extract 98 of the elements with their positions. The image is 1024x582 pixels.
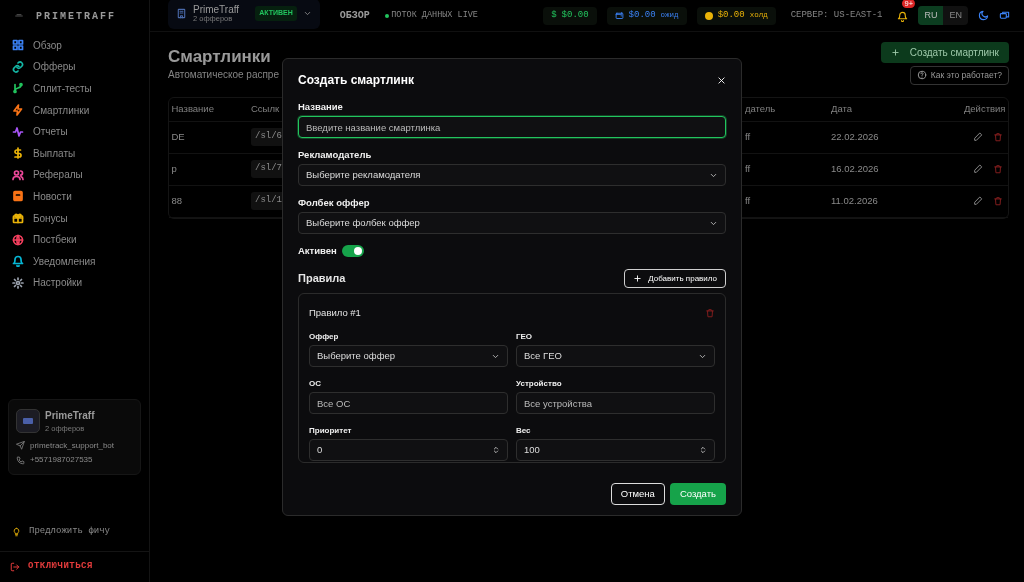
field-label: Рекламодатель (298, 149, 373, 161)
trash-icon (705, 308, 715, 318)
sidebar-item[interactable]: Рефералы (0, 164, 149, 186)
sidebar-item[interactable]: Уведомления (0, 250, 149, 273)
sidebar-item[interactable]: Офферы (0, 56, 149, 78)
cards-icon (999, 10, 1010, 21)
cancel-button[interactable]: Отмена (610, 483, 665, 505)
table-cell-text: ff (745, 129, 751, 144)
trash-icon (993, 196, 1003, 206)
field-label: Фолбек оффер (298, 197, 371, 209)
telegram-link[interactable]: primetrack_support_bot (30, 439, 115, 452)
number-input[interactable]: 0 (309, 439, 508, 461)
sidebar-item[interactable]: Сплит-тесты (0, 77, 149, 100)
logout-icon (10, 562, 20, 572)
server-label: СЕРВЕР: US-EAST-1 (790, 8, 883, 22)
lightbulb-icon (12, 526, 21, 537)
modal-title: Создать смартлинк (298, 72, 414, 89)
field-label: Вес (516, 426, 532, 436)
table-cell-text: 88 (171, 193, 183, 208)
column-header: Название (171, 101, 214, 116)
help-button[interactable]: Как это работает? (909, 65, 1009, 85)
field-label: Устройство (516, 379, 563, 389)
wallet-icon (614, 11, 624, 20)
language-toggle[interactable]: RU (918, 5, 944, 26)
text-input[interactable]: Все устройства (516, 392, 715, 414)
sidebar-item[interactable]: Выплаты (0, 142, 149, 165)
account-name: PrimeTraff (45, 409, 95, 424)
field-label: Название (298, 101, 344, 113)
bell-icon (897, 10, 909, 22)
table-cell-text: 22.02.2026 (831, 129, 879, 144)
column-header: датель (745, 101, 776, 116)
create-button[interactable]: Создать (669, 483, 726, 505)
create-smartlink-button[interactable]: Создать смартлинк (880, 42, 1009, 63)
sidebar-item[interactable]: Бонусы (0, 207, 149, 229)
logout-button[interactable]: ОТКЛЮЧИТЬСЯ (28, 560, 93, 574)
pencil-icon (973, 196, 983, 206)
table-cell-text: p (171, 161, 177, 176)
table-cell-text: 16.02.2026 (831, 161, 879, 176)
table-cell-text: DE (171, 129, 185, 144)
text-input[interactable]: Все ОС (309, 392, 508, 414)
sidebar-item[interactable]: Постбеки (0, 228, 149, 251)
table-cell-text: ff (745, 193, 751, 208)
rule-title: Правило #1 (309, 305, 361, 320)
plus-icon (890, 48, 900, 57)
plus-icon (633, 274, 643, 283)
section-heading: Правила (298, 271, 346, 287)
moon-icon (978, 10, 989, 21)
send-icon (16, 441, 25, 450)
phone-icon (16, 455, 25, 465)
account-avatar (16, 409, 40, 434)
trash-icon (993, 132, 1003, 142)
language-toggle[interactable]: EN (943, 5, 968, 26)
trash-icon (993, 164, 1003, 174)
select-dropdown[interactable]: Выберите фолбек оффер (298, 212, 726, 234)
sidebar-item[interactable]: Настройки (0, 272, 149, 294)
field-label: Оффер (309, 332, 340, 342)
balance-amount: $0.00 (717, 8, 745, 22)
toggle-label: Активен (298, 245, 337, 257)
page-title: Смартлинки (168, 47, 272, 67)
spinner-icon (492, 445, 500, 455)
select-dropdown[interactable]: Выберите рекламодателя (298, 164, 726, 186)
sidebar-item[interactable]: Отчеты (0, 120, 149, 143)
active-switch[interactable] (341, 245, 364, 257)
text-input[interactable]: Введите название смартлинка (298, 116, 726, 138)
table-cell-text: 11.02.2026 (831, 193, 878, 208)
number-input[interactable]: 100 (516, 439, 715, 461)
table-cell-text: ff (745, 161, 751, 176)
live-status: ПОТОК ДАННЫХ LIVE (391, 9, 478, 22)
pencil-icon (973, 164, 983, 174)
column-header: Ссылк (251, 101, 280, 116)
page-subtitle: Автоматическое распре (168, 68, 279, 82)
building-icon (176, 8, 187, 19)
select-dropdown[interactable]: Все ГЕО (516, 345, 715, 367)
balance-amount: $0.00 (628, 8, 656, 22)
field-label: Приоритет (309, 426, 353, 436)
phone-number: +5571987027535 (30, 454, 93, 466)
account-name: PrimeTraff (193, 4, 240, 15)
coin-icon (704, 11, 713, 20)
balance-amount: $0.00 (561, 8, 589, 22)
select-dropdown[interactable]: Выберите оффер (309, 345, 508, 367)
add-rule-button[interactable]: Добавить правило (624, 269, 726, 288)
section-title: ОБЗОР (339, 9, 370, 23)
spinner-icon (699, 445, 707, 455)
currency-symbol: $ (551, 8, 557, 22)
live-dot-icon (384, 13, 389, 18)
app-logo: PRIMETRAFF (36, 9, 116, 24)
help-icon (916, 70, 927, 80)
column-header: Дата (831, 101, 853, 116)
field-label: ГЕО (516, 332, 534, 342)
field-label: ОС (309, 379, 322, 389)
close-icon (717, 75, 726, 85)
column-header: Действия (963, 101, 1006, 116)
chevron-down-icon (302, 9, 312, 18)
sidebar-item[interactable]: Обзор (0, 34, 149, 57)
sidebar-item[interactable]: Смартлинки (0, 99, 149, 121)
suggest-feature-link[interactable]: Предложить фичу (29, 524, 110, 539)
pencil-icon (973, 132, 983, 142)
sidebar-item[interactable]: Новости (0, 185, 149, 208)
